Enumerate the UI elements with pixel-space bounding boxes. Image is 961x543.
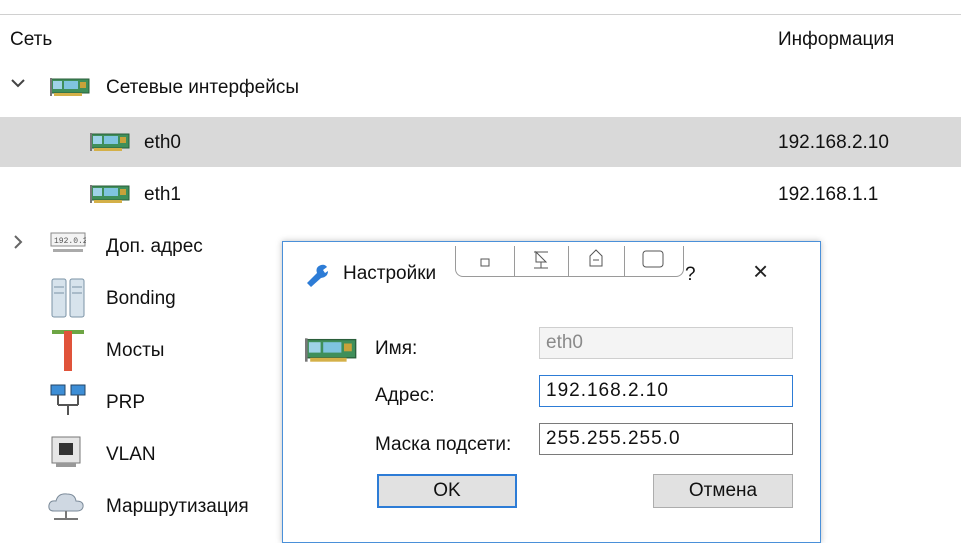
- tree-item-eth0[interactable]: eth0 192.168.2.10: [0, 117, 961, 167]
- chevron-down-icon[interactable]: [9, 74, 27, 92]
- bridge-icon: [52, 330, 84, 371]
- tree-group-label: Сетевые интерфейсы: [106, 77, 300, 98]
- maximize-icon: [642, 250, 664, 268]
- dialog-title: Настройки: [343, 263, 437, 284]
- top-border: [0, 14, 961, 15]
- tree-item-eth1[interactable]: eth1 192.168.1.1: [0, 169, 961, 219]
- chevron-right-icon[interactable]: [9, 233, 27, 251]
- small-square-icon: [480, 258, 490, 267]
- address-field[interactable]: [539, 375, 793, 407]
- network-card-icon: [90, 183, 130, 205]
- routing-icon: [48, 493, 84, 520]
- help-button[interactable]: ?: [685, 264, 696, 286]
- close-icon[interactable]: ×: [753, 256, 768, 287]
- tree-item-label: Доп. адрес: [106, 236, 203, 257]
- prp-icon: [50, 384, 86, 415]
- tree-item-label: Мосты: [106, 340, 165, 361]
- interface-info: 192.168.2.10: [778, 132, 889, 153]
- network-card-icon: [90, 131, 130, 153]
- interface-info: 192.168.1.1: [778, 184, 879, 205]
- pin-tool-button[interactable]: [514, 246, 569, 276]
- address-label: Адрес:: [375, 385, 435, 406]
- settings-wrench-icon: [307, 264, 328, 287]
- ok-button[interactable]: OK: [377, 474, 517, 508]
- bonding-icon: [51, 278, 85, 318]
- minimize-tool-button[interactable]: [456, 246, 515, 276]
- name-field[interactable]: [539, 327, 793, 359]
- name-label: Имя:: [375, 338, 418, 359]
- cancel-button[interactable]: Отмена: [653, 474, 793, 508]
- vlan-icon: [51, 436, 81, 467]
- tree-item-label: VLAN: [106, 444, 156, 465]
- network-card-icon: [50, 76, 90, 98]
- svg-text:192.0.2: 192.0.2: [54, 237, 86, 246]
- mask-field[interactable]: [539, 423, 793, 455]
- mask-label: Маска подсети:: [375, 434, 512, 455]
- column-header-network[interactable]: Сеть: [10, 29, 52, 51]
- arrow-box-icon: [589, 249, 603, 267]
- maximize-tool-button[interactable]: [624, 246, 682, 276]
- pin-icon: [534, 250, 548, 269]
- window-tools-strip: [455, 246, 684, 277]
- settings-dialog[interactable]: Настройки ? × Имя: Адрес: Маска подсети:…: [282, 241, 821, 543]
- column-header-info[interactable]: Информация: [778, 29, 894, 51]
- tree-item-label: Маршрутизация: [106, 496, 249, 517]
- interface-name: eth1: [144, 184, 181, 205]
- tree-item-label: PRP: [106, 392, 146, 413]
- tree-group-interfaces[interactable]: Сетевые интерфейсы: [0, 62, 961, 112]
- restore-tool-button[interactable]: [568, 246, 625, 276]
- ip-address-icon: 192.0.2: [50, 232, 86, 252]
- interface-name: eth0: [144, 132, 181, 153]
- tree-item-label: Bonding: [106, 288, 176, 309]
- network-card-icon: [305, 334, 357, 366]
